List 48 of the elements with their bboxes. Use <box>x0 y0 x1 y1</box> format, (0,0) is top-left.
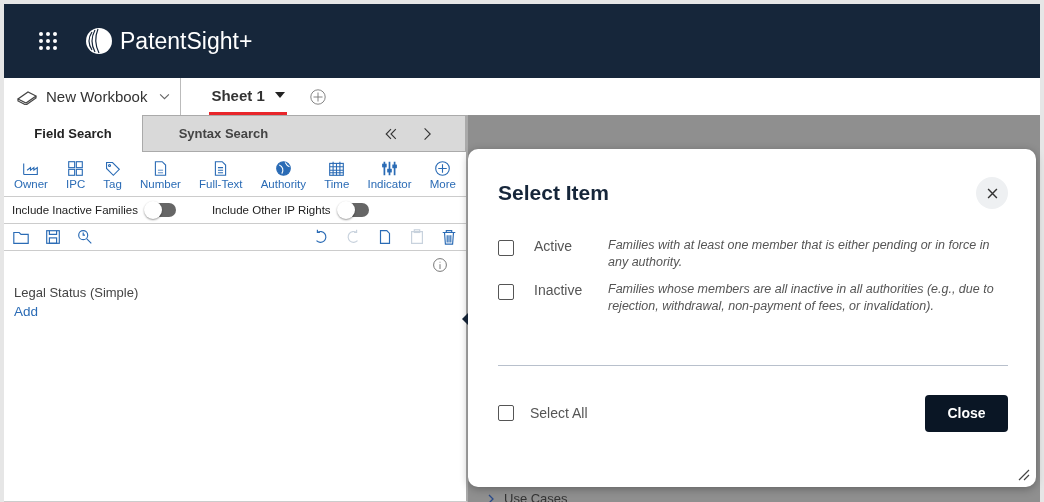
panel-tab[interactable]: Syntax Search <box>142 115 304 152</box>
delete-button[interactable] <box>440 228 458 246</box>
field-button[interactable]: Authority <box>258 160 309 190</box>
tag-icon <box>104 160 122 177</box>
toggle-label: Include Other IP Rights <box>211 204 331 216</box>
field-button[interactable]: IPC <box>64 160 88 190</box>
field-button[interactable]: Number <box>138 160 183 190</box>
field-button[interactable]: Full-Text <box>197 160 245 190</box>
chevron-down-icon <box>159 93 171 100</box>
option-description: Families with at least one member that is either pending or in force in any authority. <box>608 237 991 271</box>
sliders-icon <box>381 160 398 177</box>
close-icon <box>986 187 998 199</box>
dialog-title: Select Item <box>498 181 609 205</box>
close-dialog-button[interactable]: Close <box>925 394 1008 432</box>
add-link[interactable]: Add <box>14 304 39 319</box>
chevron-right-icon[interactable] <box>488 493 494 502</box>
toggle-label: Include Inactive Families <box>12 204 138 216</box>
field-button[interactable]: More <box>427 160 458 190</box>
option-checkbox[interactable] <box>498 284 514 300</box>
info-icon[interactable] <box>432 257 448 273</box>
field-button[interactable]: Time <box>322 160 352 190</box>
option-checkbox[interactable] <box>498 240 514 256</box>
resize-handle-icon[interactable] <box>1016 467 1030 481</box>
option-description: Families whose members are all inactive in all authorities (e.g., due to rejection, withdrawal, non-payment of fees, or invalidation). <box>608 281 995 315</box>
add-sheet-icon[interactable] <box>308 87 327 106</box>
globe-icon <box>274 160 292 177</box>
logo-icon <box>84 26 114 56</box>
grid-icon <box>67 160 85 177</box>
criterion-label: Legal Status (Simple) <box>14 285 139 300</box>
save-button[interactable] <box>44 228 62 246</box>
apps-grid-icon[interactable] <box>38 31 58 51</box>
workbook-dropdown[interactable]: New Workbook <box>16 81 171 112</box>
search-history-button[interactable] <box>76 228 94 246</box>
caret-icon <box>274 92 285 98</box>
toggle-switch[interactable] <box>145 203 176 217</box>
option-label: Inactive <box>534 281 584 298</box>
calendar-icon <box>328 160 346 177</box>
select-all-label: Select All <box>530 405 588 421</box>
plus-circle-icon <box>434 160 452 177</box>
factory-icon <box>22 160 40 177</box>
field-button[interactable]: Indicator <box>365 160 414 190</box>
field-button[interactable]: Tag <box>101 160 124 190</box>
toggle-switch[interactable] <box>338 203 369 217</box>
app-name: PatentSight+ <box>120 27 253 55</box>
close-button[interactable] <box>976 177 1008 209</box>
option-label: Active <box>534 237 574 254</box>
field-button[interactable]: Owner <box>12 160 50 190</box>
select-all-checkbox[interactable] <box>498 405 514 421</box>
